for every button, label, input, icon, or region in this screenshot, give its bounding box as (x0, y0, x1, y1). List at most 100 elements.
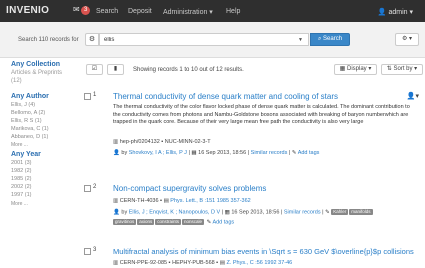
journal-link[interactable]: Phys. Lett., B :151 1985 357-362 (170, 198, 250, 204)
journal-icon: ▤ (219, 260, 225, 266)
record-title[interactable]: Thermal conductivity of dense quark matt… (113, 92, 338, 101)
record-ids: ▥ hep-ph/0204132 ▪ NUC-MINN-02-3-T (113, 139, 211, 145)
keyword-tag[interactable]: Kahler (331, 209, 349, 215)
invenio-logo[interactable]: INVENIO (6, 5, 49, 16)
chevron-down-icon[interactable]: ▼ (298, 37, 303, 43)
record-number: 1 (93, 92, 97, 98)
top-navbar: INVENIO ✉ 3 Search Deposit Administratio… (0, 0, 425, 22)
facet-author-item[interactable]: Bellomo, A (2) (11, 110, 45, 116)
nav-deposit-link[interactable]: Deposit (128, 8, 152, 15)
facet-author-item[interactable]: Abbaneo, D (1) (11, 134, 48, 140)
facet-year-item[interactable]: 2002 (2) (11, 184, 32, 190)
bookmark-button[interactable]: ▮ (107, 64, 124, 75)
similar-records-link[interactable]: Similar records (284, 209, 321, 215)
by-label: by (121, 150, 128, 156)
barcode-icon: ▥ (113, 139, 119, 145)
user-icon[interactable]: 👤▾ (407, 92, 419, 100)
record-checkbox[interactable] (84, 185, 91, 192)
record-checkbox[interactable] (84, 93, 91, 100)
similar-records-link[interactable]: Similar records (251, 150, 288, 156)
record-ids-text: CERN-PPE-92-085 ▪ HEPHY-PUB-568 ▪ (119, 260, 219, 266)
tag-icon: ✎ (291, 150, 297, 156)
facet-collection-count: (12) (11, 78, 22, 84)
options-button[interactable]: ⚙ ▾ (395, 33, 419, 46)
search-button-label: Search (323, 36, 343, 42)
search-input[interactable] (99, 33, 309, 46)
search-label: Search 110 records for (18, 37, 79, 43)
facets-sidebar: Any Collection Articles & Preprints (12)… (0, 58, 80, 268)
results-summary: Showing records 1 to 10 out of 12 result… (133, 67, 244, 73)
facet-collection-title[interactable]: Any Collection (11, 61, 60, 68)
mail-icon[interactable]: ✉ (73, 5, 80, 14)
grid-icon: ▦ (339, 66, 346, 72)
record-meta: 👤 by Shovkovy, I A ; Ellis, P J | ▦ 16 S… (113, 150, 320, 156)
search-settings-button[interactable]: ⚙ (85, 33, 99, 46)
record-title[interactable]: Multifractal analysis of minimum bias ev… (113, 247, 414, 256)
record-ids: ▥ CERN-PPE-92-085 ▪ HEPHY-PUB-568 ▪ ▤ Z.… (113, 260, 292, 266)
user-menu-label: admin ▾ (388, 9, 413, 16)
facet-author-item[interactable]: Ellis, R S (1) (11, 118, 42, 124)
record-ids-text: hep-ph/0204132 ▪ NUC-MINN-02-3-T (119, 139, 211, 145)
tag-icon: ✎ (206, 219, 212, 226)
keyword-tag[interactable]: axions (137, 219, 155, 225)
record-date: 16 Sep 2013, 18:56 (198, 150, 247, 156)
result-record: 3 Multifractal analysis of minimum bias … (84, 242, 425, 268)
sort-button-label: Sort by ▾ (393, 66, 418, 72)
facet-year-item[interactable]: 1985 (2) (11, 176, 32, 182)
display-button[interactable]: ▦ Display ▾ (334, 64, 377, 75)
sort-button[interactable]: ⇅ Sort by ▾ (381, 64, 423, 75)
facet-year-title[interactable]: Any Year (11, 151, 41, 158)
result-record: 2 Non-compact supergravity solves proble… (84, 178, 425, 238)
record-authors-link[interactable]: Shovkovy, I A ; Ellis, P J (129, 150, 187, 156)
nav-administration-link[interactable]: Administration ▾ (163, 8, 213, 16)
search-bar: Search 110 records for ⚙ ▼ ⌕ Search ⚙ ▾ (0, 22, 425, 58)
record-date: 16 Sep 2013, 18:56 (231, 209, 280, 216)
calendar-icon: ▦ (191, 150, 197, 156)
record-ids: ▥ CERN-TH-4036 ▪ ▤ Phys. Lett., B :151 1… (113, 198, 251, 204)
record-abstract: The thermal conductivity of the color fl… (113, 104, 410, 125)
select-all-button[interactable]: ☑ (86, 64, 103, 75)
gear-icon: ⚙ (401, 36, 408, 42)
keyword-tag[interactable]: nonscale (182, 219, 205, 225)
journal-icon: ▤ (163, 198, 169, 204)
user-menu[interactable]: 👤 admin ▾ (378, 8, 413, 16)
facet-collection-sub[interactable]: Articles & Preprints (11, 70, 62, 76)
bookmark-icon: ▮ (113, 66, 118, 72)
facet-year-more-link[interactable]: More ... (11, 201, 28, 207)
user-icon: 👤 (377, 9, 387, 16)
keyword-tag[interactable]: gravitinos (113, 219, 137, 225)
journal-link[interactable]: Z. Phys., C :56 1992 37-46 (226, 260, 292, 266)
record-tags: gravitinos axions constraints nonscale ✎ Ad… (113, 219, 234, 225)
tag-icon: ✎ (325, 209, 330, 216)
facet-author-item[interactable]: Marikova, C (1) (11, 126, 49, 132)
record-authors-link[interactable]: Ellis, J ; Enqvist, K ; Nanopoulos, D V (129, 209, 220, 215)
search-icon: ⌕ (317, 36, 322, 42)
keyword-tag[interactable]: constraints (155, 219, 182, 225)
add-tags-link[interactable]: Add tags (212, 219, 234, 225)
record-number: 2 (93, 184, 97, 190)
record-ids-text: CERN-TH-4036 ▪ (119, 198, 163, 204)
keyword-tag[interactable]: manifolds (349, 209, 373, 215)
user-icon: 👤 (113, 150, 120, 156)
facet-author-title[interactable]: Any Author (11, 93, 49, 100)
nav-help-link[interactable]: Help (226, 8, 240, 15)
facet-author-more-link[interactable]: More ... (11, 142, 28, 148)
results-toolbar: ☑ ▮ Showing records 1 to 10 out of 12 re… (84, 58, 425, 80)
result-record: 1 Thermal conductivity of dense quark ma… (84, 88, 425, 173)
add-tags-link[interactable]: Add tags (298, 150, 320, 156)
facet-year-item[interactable]: 1997 (1) (11, 192, 32, 198)
facet-year-item[interactable]: 2001 (3) (11, 160, 32, 166)
record-checkbox[interactable] (84, 248, 91, 255)
nav-search-link[interactable]: Search (96, 8, 118, 15)
user-icon: 👤 (113, 209, 120, 216)
checkbox-icon: ☑ (91, 66, 98, 72)
facet-author-item[interactable]: Ellis, J (4) (11, 102, 35, 108)
barcode-icon: ▥ (113, 198, 119, 204)
search-button[interactable]: ⌕ Search (310, 33, 350, 46)
calendar-icon: ▦ (224, 209, 230, 216)
by-label: by (121, 209, 128, 216)
record-number: 3 (93, 247, 97, 253)
barcode-icon: ▥ (113, 260, 119, 266)
record-title[interactable]: Non-compact supergravity solves problems (113, 184, 266, 193)
facet-year-item[interactable]: 1982 (2) (11, 168, 32, 174)
